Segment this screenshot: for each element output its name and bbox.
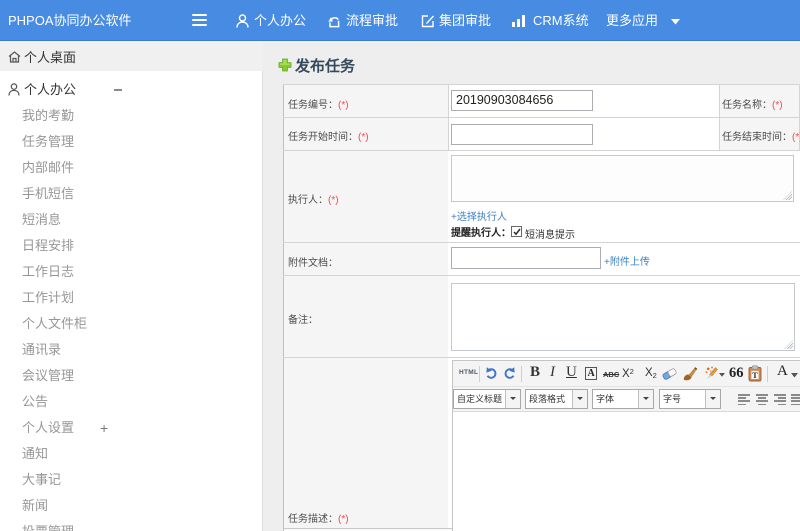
svg-text:T: T <box>752 370 758 380</box>
